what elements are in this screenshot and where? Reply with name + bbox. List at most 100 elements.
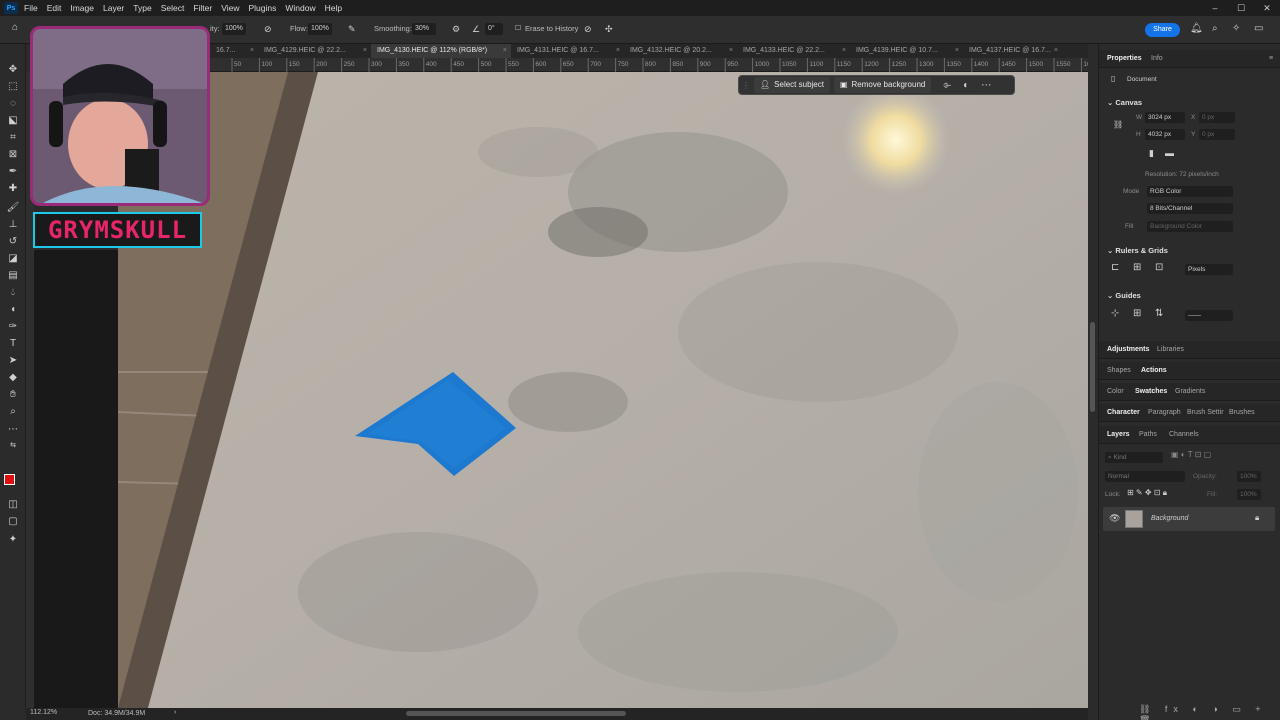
tab-doc-active[interactable]: IMG_4130.HEIC @ 112% (RGB/8*) × — [371, 44, 511, 58]
pressure-size-icon[interactable]: ⊘ — [584, 24, 592, 35]
panel-menu-icon[interactable]: ≡ — [1269, 55, 1273, 62]
lasso-tool-icon[interactable]: ◌ — [6, 98, 20, 110]
more-options-icon[interactable]: ⋯ — [981, 80, 991, 91]
ruler-units-select[interactable]: Pixels — [1185, 264, 1233, 275]
width-field[interactable]: 3024 px — [1145, 112, 1185, 123]
tab-brush-settings[interactable]: Brush Settir — [1187, 409, 1224, 416]
discover-icon[interactable]: ✧ — [1232, 23, 1240, 34]
adjustment-icon[interactable]: ◐ — [963, 80, 969, 91]
top-ruler[interactable]: 50 100 150 200 250 300 350 400 450 500 550 600 650 70… — [210, 58, 1126, 72]
close-tab-icon[interactable]: × — [363, 44, 367, 58]
y-field[interactable]: 0 px — [1199, 129, 1235, 140]
tab-properties[interactable]: Properties — [1107, 55, 1142, 62]
document-canvas[interactable] — [118, 72, 1088, 708]
tab-layers[interactable]: Layers — [1107, 431, 1130, 438]
pen-tool-icon[interactable]: ✑ — [6, 321, 20, 333]
tab-doc-1[interactable]: IMG_4129.HEIC @ 22.2... × — [258, 44, 371, 58]
symmetry-icon[interactable]: ✣ — [605, 24, 613, 35]
menu-view[interactable]: View — [221, 3, 239, 13]
horizontal-scroll-thumb[interactable] — [406, 711, 626, 716]
remove-background-button[interactable]: ▣ Remove background — [833, 77, 932, 93]
blend-mode-select[interactable]: Normal — [1105, 471, 1185, 482]
healing-brush-tool-icon[interactable]: ✚ — [6, 183, 20, 195]
tab-brushes[interactable]: Brushes — [1229, 409, 1255, 416]
hand-tool-icon[interactable]: ✋︎ — [6, 389, 20, 401]
zoom-tool-icon[interactable]: ⌕ — [6, 406, 20, 418]
screen-mode-icon[interactable]: ▢ — [6, 516, 20, 528]
close-icon[interactable]: ✕ — [1254, 0, 1280, 16]
foreground-color-swatch[interactable] — [4, 474, 15, 485]
zoom-level[interactable]: 112.12% — [30, 709, 57, 716]
link-icon[interactable]: ⛓︎ — [1113, 120, 1123, 129]
guides-toggle-icon[interactable]: ⊹ — [1111, 308, 1119, 319]
layer-kind-filter[interactable]: ⌕ Kind — [1105, 452, 1163, 463]
more-tools-icon[interactable]: ⋯ — [6, 424, 20, 436]
object-select-tool-icon[interactable]: ⬕ — [6, 115, 20, 127]
tab-character[interactable]: Character — [1107, 409, 1140, 416]
generative-icon[interactable]: ✦ — [6, 534, 20, 546]
tab-gradients[interactable]: Gradients — [1175, 388, 1205, 395]
eyedropper-tool-icon[interactable]: ✒ — [6, 166, 20, 178]
height-field[interactable]: 4032 px — [1145, 129, 1185, 140]
menu-edit[interactable]: Edit — [47, 3, 62, 13]
crop-tool-icon[interactable]: ⌗ — [6, 132, 20, 144]
layer-footer-icons[interactable]: ⛓ fx ◐ ◑ ▭ + 🗑︎ — [1139, 704, 1280, 720]
close-tab-icon[interactable]: × — [250, 44, 254, 58]
quick-mask-icon[interactable]: ◫ — [6, 499, 20, 511]
layer-fill-field[interactable]: 100% — [1237, 489, 1261, 500]
menu-image[interactable]: Image — [70, 3, 94, 13]
workspace-icon[interactable]: ▭ — [1254, 23, 1263, 34]
lock-icons[interactable]: ⊞ ✎ ✥ ⊡ 🔒︎ — [1127, 488, 1167, 498]
vertical-scrollbar[interactable] — [1088, 72, 1098, 708]
mode-select[interactable]: RGB Color — [1147, 186, 1233, 197]
close-tab-icon[interactable]: × — [503, 44, 507, 58]
type-tool-icon[interactable]: T — [6, 338, 20, 350]
erase-history-checkbox[interactable]: ☐ — [515, 24, 521, 32]
eraser-tool-icon[interactable]: ◪ — [6, 253, 20, 265]
transform-icon[interactable]: ⌱ — [943, 80, 951, 91]
clone-stamp-tool-icon[interactable]: ⊥ — [6, 219, 20, 231]
landscape-orientation-icon[interactable]: ▬ — [1165, 148, 1174, 158]
pressure-opacity-icon[interactable]: ⊘ — [264, 24, 272, 35]
guides-section-title[interactable]: ⌄ Guides — [1107, 291, 1141, 300]
path-select-tool-icon[interactable]: ➤ — [6, 355, 20, 367]
menu-window[interactable]: Window — [285, 3, 315, 13]
close-tab-icon[interactable]: × — [1054, 44, 1058, 58]
blur-tool-icon[interactable]: 💧︎ — [6, 287, 20, 299]
menu-type[interactable]: Type — [133, 3, 151, 13]
drag-handle-icon[interactable]: ⋮ — [742, 81, 750, 90]
smart-guides-icon[interactable]: ⇅ — [1155, 308, 1163, 319]
tab-channels[interactable]: Channels — [1169, 431, 1199, 438]
bit-depth-select[interactable]: 8 Bits/Channel — [1147, 203, 1233, 214]
ruler-toggle-icon[interactable]: ⊏ — [1111, 262, 1119, 273]
tab-shapes[interactable]: Shapes — [1107, 367, 1131, 374]
x-field[interactable]: 0 px — [1199, 112, 1235, 123]
tab-swatches[interactable]: Swatches — [1135, 388, 1167, 395]
grid-toggle-icon[interactable]: ⊞ — [1133, 262, 1141, 273]
guide-style-select[interactable]: —— — [1185, 310, 1233, 321]
tab-libraries[interactable]: Libraries — [1157, 346, 1184, 353]
guide-layout-icon[interactable]: ⊞ — [1133, 308, 1141, 319]
close-tab-icon[interactable]: × — [616, 44, 620, 58]
maximize-icon[interactable]: ☐ — [1228, 0, 1254, 16]
close-tab-icon[interactable]: × — [842, 44, 846, 58]
frame-tool-icon[interactable]: ⊠ — [6, 149, 20, 161]
menu-filter[interactable]: Filter — [193, 3, 212, 13]
menu-layer[interactable]: Layer — [103, 3, 124, 13]
tab-doc-5[interactable]: IMG_4133.HEIC @ 22.2... × — [737, 44, 850, 58]
pixel-grid-icon[interactable]: ⊡ — [1155, 262, 1163, 273]
tab-doc-6[interactable]: IMG_4139.HEIC @ 10.7... × — [850, 44, 963, 58]
close-tab-icon[interactable]: × — [729, 44, 733, 58]
layer-opacity-field[interactable]: 100% — [1237, 471, 1261, 482]
settings-gear-icon[interactable]: ⚙ — [452, 24, 460, 35]
status-expand-icon[interactable]: › — [174, 709, 176, 716]
fill-select[interactable]: Background Color — [1147, 221, 1233, 232]
opacity-field[interactable]: 100% — [222, 23, 246, 35]
swap-colors-icon[interactable]: ⇆ — [6, 440, 20, 452]
marquee-tool-icon[interactable]: ⬚ — [6, 81, 20, 93]
tab-doc-0[interactable]: 16.7... × — [210, 44, 258, 58]
tab-doc-3[interactable]: IMG_4131.HEIC @ 16.7... × — [511, 44, 624, 58]
minimize-icon[interactable]: – — [1202, 0, 1228, 16]
portrait-orientation-icon[interactable]: ▮ — [1149, 148, 1154, 159]
history-brush-tool-icon[interactable]: ↺ — [6, 236, 20, 248]
